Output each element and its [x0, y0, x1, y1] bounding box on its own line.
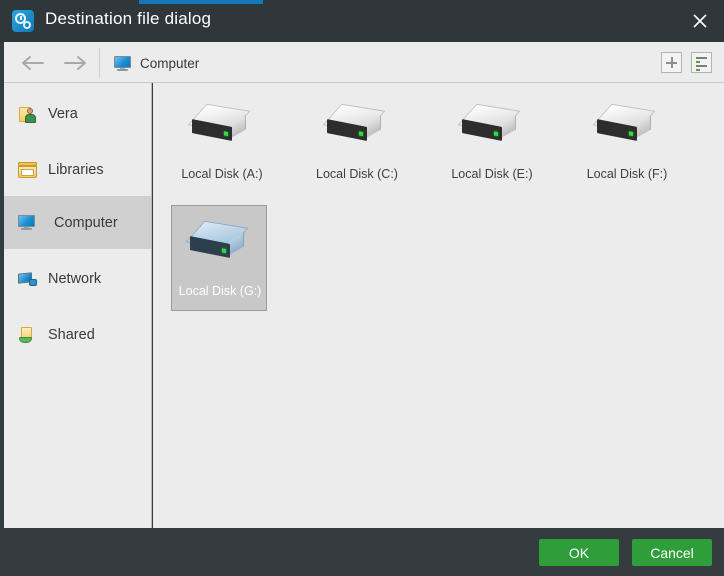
sidebar-item-label: Network [48, 270, 102, 287]
drive-item[interactable]: Local Disk (A:) [173, 88, 269, 194]
sidebar-item-vera[interactable]: Vera [4, 87, 151, 140]
forward-button[interactable] [55, 50, 95, 76]
drive-item[interactable]: Local Disk (C:) [308, 88, 404, 194]
cancel-button[interactable]: Cancel [632, 539, 712, 566]
dialog-footer: OK Cancel [0, 528, 724, 576]
title-bar: Destination file dialog [0, 0, 724, 42]
sidebar-item-shared[interactable]: Shared [4, 308, 151, 361]
drive-item-selected[interactable]: Local Disk (G:) [171, 205, 267, 311]
breadcrumb[interactable]: Computer [114, 51, 199, 75]
hard-drive-icon [322, 103, 389, 151]
monitor-icon [114, 55, 131, 71]
close-icon [693, 14, 707, 28]
drive-label: Local Disk (C:) [316, 167, 398, 181]
view-mode-button[interactable] [691, 52, 712, 73]
sidebar-item-network[interactable]: Network [4, 252, 151, 305]
arrow-left-icon [22, 56, 44, 70]
hard-drive-icon [592, 103, 659, 151]
drive-item[interactable]: Local Disk (F:) [578, 88, 674, 194]
hard-drive-icon [185, 220, 252, 268]
sidebar-item-libraries[interactable]: Libraries [4, 143, 151, 196]
hard-drive-icon [457, 103, 524, 151]
back-button[interactable] [13, 50, 53, 76]
close-button[interactable] [676, 0, 724, 42]
navigation-toolbar: Computer [4, 42, 724, 83]
drive-label: Local Disk (G:) [178, 284, 262, 298]
toolbar-divider [99, 48, 100, 78]
monitor-icon [18, 215, 35, 230]
drive-label: Local Disk (A:) [181, 167, 263, 181]
network-icon [18, 270, 38, 288]
arrow-right-icon [64, 56, 86, 70]
destination-file-dialog: Destination file dialog Computer Vera Li… [0, 0, 724, 576]
sidebar-item-label: Shared [48, 326, 95, 343]
sidebar-item-label: Computer [54, 214, 118, 231]
sidebar-item-computer[interactable]: Computer [4, 196, 151, 249]
file-list-view: Local Disk (A:) Local Disk (C:) Local Di… [153, 83, 724, 528]
new-folder-button[interactable] [661, 52, 682, 73]
breadcrumb-label: Computer [140, 55, 200, 71]
ok-button[interactable]: OK [539, 539, 619, 566]
clock-gear-icon [12, 10, 34, 32]
user-folder-icon [18, 105, 38, 123]
drive-label: Local Disk (E:) [451, 167, 533, 181]
libraries-icon [18, 161, 38, 179]
list-view-icon [696, 57, 707, 59]
accent-bar [139, 0, 263, 4]
window-title: Destination file dialog [45, 9, 212, 28]
sidebar-item-label: Libraries [48, 161, 104, 178]
hard-drive-icon [187, 103, 254, 151]
sidebar: Vera Libraries Computer Network Shared [4, 83, 152, 528]
drive-label: Local Disk (F:) [586, 167, 668, 181]
shared-folder-icon [18, 326, 38, 344]
drive-item[interactable]: Local Disk (E:) [443, 88, 539, 194]
sidebar-item-label: Vera [48, 105, 78, 122]
